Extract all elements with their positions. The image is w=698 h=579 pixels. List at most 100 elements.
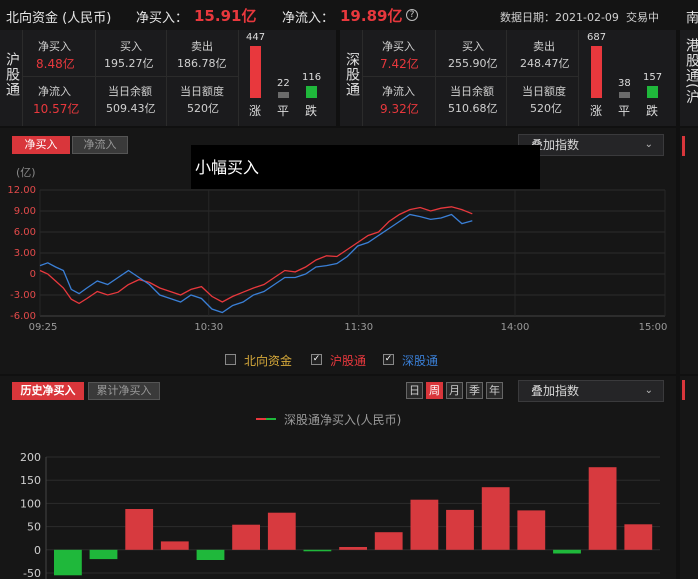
tooltip-text: 小幅买入 bbox=[195, 158, 260, 177]
x-tick-label: 10:30 bbox=[194, 322, 223, 333]
y-tick-label: 0 bbox=[34, 544, 41, 557]
bar bbox=[125, 509, 154, 550]
hk-panel-partial: 港股通(沪 bbox=[680, 30, 698, 126]
bar bbox=[517, 510, 546, 550]
hu-quota-label: 当日额度 bbox=[180, 85, 224, 98]
shen-quota: 520亿 bbox=[530, 102, 562, 115]
hu-up-count: 447 bbox=[246, 32, 266, 43]
shen-flat-count: 38 bbox=[618, 78, 631, 89]
hu-down-bar bbox=[306, 86, 317, 98]
hk-name: 港股通(沪 bbox=[684, 38, 698, 105]
header-title: 北向资金 (人民币) bbox=[6, 11, 112, 26]
hu-sell-label: 卖出 bbox=[191, 40, 213, 53]
hu-quota: 520亿 bbox=[187, 102, 219, 115]
hu-down-label: 跌 bbox=[305, 104, 318, 118]
legend-shen-checkbox[interactable]: ✓ bbox=[383, 354, 394, 365]
y-tick-label: 100 bbox=[20, 497, 41, 510]
y-tick-label: -3.00 bbox=[10, 290, 36, 301]
history-chart: 200 150 100 50 0 -50 bbox=[20, 451, 660, 579]
bar bbox=[446, 509, 474, 550]
y-tick-label: 3.00 bbox=[14, 248, 36, 259]
legend-north-label: 北向资金 bbox=[244, 354, 293, 368]
bar bbox=[303, 549, 332, 552]
x-tick-label: 14:00 bbox=[501, 322, 530, 333]
y-tick-label: 12.00 bbox=[7, 185, 36, 196]
hu-flat-label: 平 bbox=[277, 104, 290, 118]
net-buy-value: 15.91亿 bbox=[194, 7, 257, 25]
hu-up-bar bbox=[250, 46, 261, 98]
shen-balance: 510.68亿 bbox=[448, 102, 498, 115]
shen-sell-label: 卖出 bbox=[533, 40, 555, 53]
legend-hu-checkbox[interactable]: ✓ bbox=[311, 354, 322, 365]
y-tick-label: -6.00 bbox=[10, 311, 36, 322]
bar bbox=[553, 549, 581, 554]
right-edge-label: 南 bbox=[686, 11, 698, 26]
hu-flat-count: 22 bbox=[277, 78, 290, 89]
shen-down-bar bbox=[647, 86, 658, 98]
hu-net-inflow: 10.57亿 bbox=[33, 102, 80, 116]
tooltip-box: 小幅买入 bbox=[191, 145, 540, 189]
shen-balance-label: 当日余额 bbox=[450, 85, 494, 98]
hu-balance-label: 当日余额 bbox=[108, 85, 152, 98]
intraday-section: 净买入 净流入 叠加指数 ⌄ (亿) 12.00 9.00 6.00 3.00 0 -3.… bbox=[0, 128, 676, 374]
shen-down-count: 157 bbox=[643, 72, 663, 83]
shen-series-line bbox=[39, 213, 473, 314]
shen-flat-label: 平 bbox=[618, 104, 631, 118]
hu-up-label: 涨 bbox=[249, 104, 262, 118]
bar bbox=[374, 532, 403, 550]
legend-hu-label: 沪股通 bbox=[330, 354, 367, 368]
shen-net-buy-label: 净买入 bbox=[382, 40, 415, 53]
bar bbox=[624, 524, 653, 550]
shen-buy-label: 买入 bbox=[462, 40, 484, 53]
x-tick-label: 15:00 bbox=[639, 322, 668, 333]
hu-buy-label: 买入 bbox=[120, 40, 142, 53]
bar bbox=[410, 499, 439, 550]
y-tick-label: -50 bbox=[23, 567, 41, 579]
bar bbox=[267, 512, 296, 550]
net-inflow-label: 净流入： bbox=[282, 11, 335, 26]
hu-balance: 509.43亿 bbox=[106, 102, 156, 115]
hu-net-buy: 8.48亿 bbox=[36, 57, 75, 71]
shen-down-label: 跌 bbox=[646, 104, 659, 118]
bar bbox=[89, 549, 118, 560]
legend-north-checkbox[interactable] bbox=[225, 354, 236, 365]
hu-series-line bbox=[39, 206, 473, 305]
hu-buy: 195.27亿 bbox=[104, 57, 154, 70]
shen-buy: 255.90亿 bbox=[448, 57, 498, 70]
legend-shen-label: 深股通 bbox=[402, 354, 439, 368]
net-buy-label: 净买入： bbox=[136, 11, 189, 26]
bar bbox=[481, 487, 510, 550]
hu-name: 沪股通 bbox=[4, 52, 20, 97]
hu-panel: 沪股通 净买入 8.48亿 买入 195.27亿 卖出 186.78亿 净流入 … bbox=[0, 30, 336, 126]
data-date: 数据日期：2021-02-09 bbox=[500, 11, 619, 24]
y-tick-label: 6.00 bbox=[14, 227, 36, 238]
bar bbox=[54, 549, 82, 576]
shen-up-count: 687 bbox=[587, 32, 607, 43]
shen-flat-bar bbox=[619, 92, 630, 98]
bar bbox=[160, 541, 189, 550]
hu-net-buy-label: 净买入 bbox=[38, 40, 71, 53]
x-tick-label: 09:25 bbox=[29, 322, 58, 333]
y-tick-label: 0 bbox=[30, 269, 36, 280]
y-tick-label: 200 bbox=[20, 451, 41, 464]
shen-up-bar bbox=[591, 46, 602, 98]
bar bbox=[232, 524, 260, 550]
shen-net-buy: 7.42亿 bbox=[380, 57, 419, 71]
y-tick-label: 50 bbox=[27, 521, 41, 534]
shen-name: 深股通 bbox=[344, 52, 360, 97]
bar bbox=[196, 549, 225, 560]
shen-sell: 248.47亿 bbox=[520, 57, 570, 70]
bar bbox=[339, 547, 367, 550]
net-inflow-value: 19.89亿 bbox=[340, 7, 403, 25]
help-icon[interactable]: ? bbox=[406, 9, 418, 21]
header-bar: 北向资金 (人民币) 净买入： 15.91亿 净流入： 19.89亿 ? 数据日… bbox=[0, 0, 698, 30]
trade-status: 交易中 bbox=[626, 11, 659, 24]
bar bbox=[588, 467, 617, 550]
x-tick-label: 11:30 bbox=[344, 322, 373, 333]
shen-panel: 深股通 净买入 7.42亿 买入 255.90亿 卖出 248.47亿 净流入 … bbox=[340, 30, 676, 126]
hu-flat-bar bbox=[278, 92, 289, 98]
hu-sell: 186.78亿 bbox=[177, 57, 227, 70]
hu-net-inflow-label: 净流入 bbox=[38, 85, 71, 98]
shen-net-inflow-label: 净流入 bbox=[382, 85, 415, 98]
y-tick-label: 150 bbox=[20, 474, 41, 487]
